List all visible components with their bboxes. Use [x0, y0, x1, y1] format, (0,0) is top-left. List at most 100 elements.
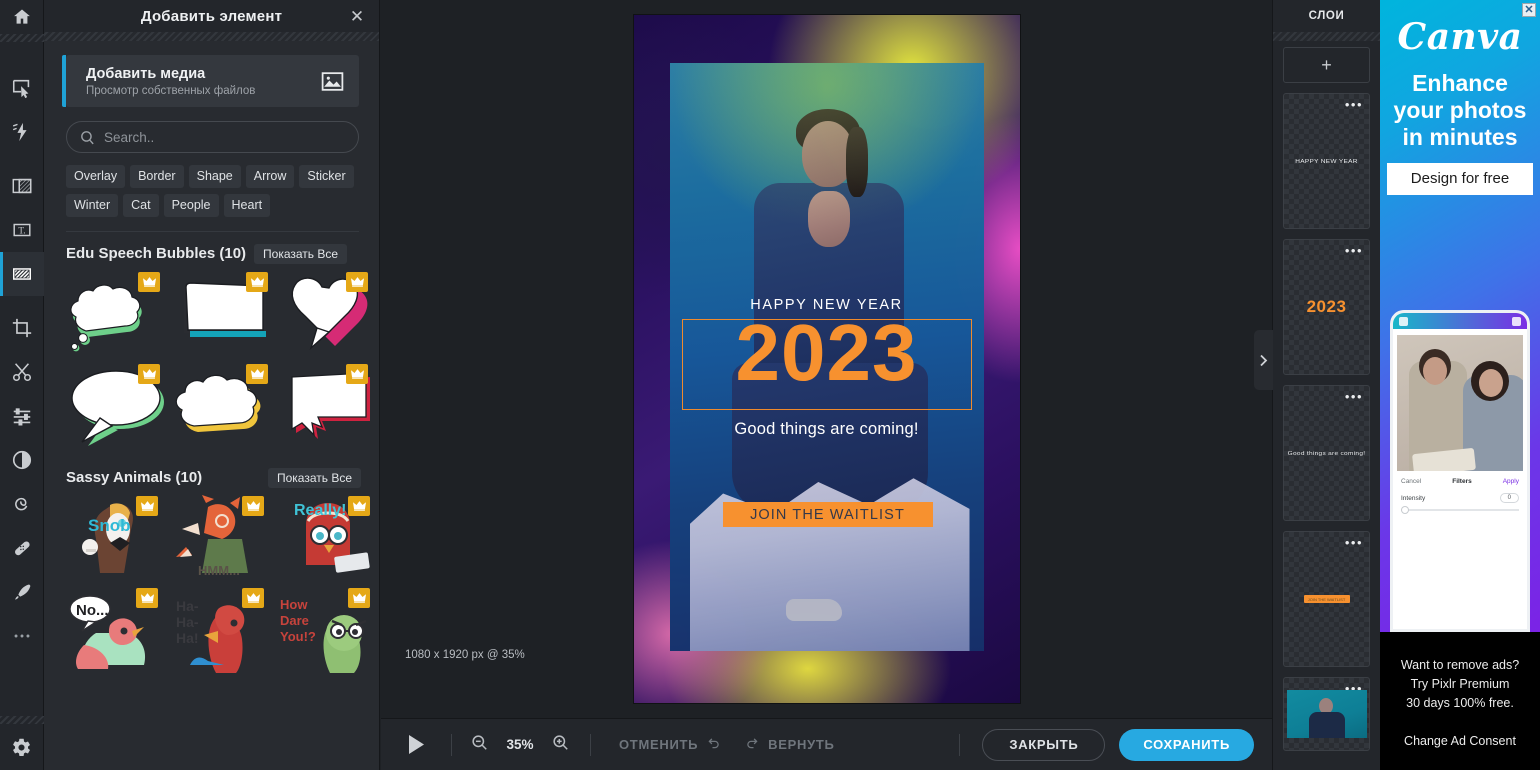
layer-photo[interactable]: •••	[1283, 677, 1370, 751]
adjust-tool[interactable]	[0, 394, 44, 438]
hmm-fox-sticker[interactable]: HMM...	[172, 494, 272, 582]
layer-join-waitlist[interactable]: ••• JOIN THE WAITLIST	[1283, 531, 1370, 667]
close-icon[interactable]: ✕	[1522, 3, 1536, 17]
add-media-button[interactable]: Добавить медиа Просмотр собственных файл…	[62, 55, 359, 107]
chip-winter[interactable]: Winter	[66, 193, 119, 217]
change-ad-consent-link[interactable]: Change Ad Consent	[1380, 732, 1540, 751]
play-icon[interactable]	[399, 734, 433, 755]
panel-body: Добавить медиа Просмотр собственных файл…	[44, 41, 379, 770]
design-for-free-button[interactable]: Design for free	[1387, 162, 1533, 195]
chip-heart[interactable]: Heart	[223, 193, 271, 217]
artwork-tagline[interactable]: Good things are coming!	[634, 420, 1020, 439]
how-dare-you-turtle-sticker[interactable]: How Dare You!?	[278, 586, 378, 674]
pixlr-editor: T. Добавить элемент ✕ Добавить медиа Про…	[0, 0, 1540, 770]
add-media-title: Добавить медиа	[86, 66, 206, 83]
undo-button[interactable]: ОТМЕНИТЬ	[619, 737, 720, 752]
show-all-button[interactable]: Показать Все	[254, 243, 348, 264]
text-tool[interactable]: T.	[0, 208, 44, 252]
rect-bubble-teal[interactable]	[174, 270, 276, 358]
cloud-bubble-green[interactable]	[66, 270, 168, 358]
toolbar-hatch-divider	[0, 34, 44, 42]
ad-footer-line-2: Try Pixlr Premium	[1410, 676, 1510, 691]
gear-icon[interactable]	[0, 724, 44, 770]
layer-happy-new-year[interactable]: ••• HAPPY NEW YEAR	[1283, 93, 1370, 229]
svg-text:HMM...: HMM...	[198, 563, 240, 578]
phone-cancel-label: Cancel	[1401, 478, 1422, 485]
cutout-scissors-tool[interactable]	[0, 350, 44, 394]
ellipsis-icon[interactable]: •••	[1345, 390, 1363, 403]
ad-headline: Enhance your photos in minutes	[1393, 70, 1527, 150]
toolbar-separator	[590, 733, 591, 756]
heart-bubble-pink[interactable]	[282, 270, 376, 358]
chevron-right-icon[interactable]	[1254, 330, 1273, 390]
layer-2023[interactable]: ••• 2023	[1283, 239, 1370, 375]
add-layer-button[interactable]: +	[1283, 47, 1370, 83]
burst-bubble-red[interactable]	[282, 362, 376, 450]
ad-footer-line-3: 30 days 100% free.	[1406, 695, 1514, 710]
canvas-workspace: HAPPY NEW YEAR 2023 Good things are comi…	[381, 0, 1273, 770]
chip-sticker[interactable]: Sticker	[299, 165, 354, 188]
chip-border[interactable]: Border	[130, 165, 184, 188]
phone-intensity-label: Intensity	[1401, 494, 1426, 502]
close-button[interactable]: ЗАКРЫТЬ	[982, 728, 1106, 761]
ad-footer-line-1: Want to remove ads?	[1400, 658, 1520, 672]
cutout-tool[interactable]	[0, 110, 44, 154]
draw-tool[interactable]	[0, 570, 44, 614]
redo-button[interactable]: ВЕРНУТЬ	[746, 737, 834, 752]
slider-knob	[1401, 506, 1409, 514]
element-tool[interactable]	[0, 252, 44, 296]
thumb-body	[1308, 712, 1345, 738]
search-box[interactable]	[66, 121, 359, 153]
home-icon[interactable]	[0, 2, 44, 32]
chip-arrow[interactable]: Arrow	[245, 165, 295, 188]
layer-preview-text: Good things are coming!	[1287, 449, 1366, 457]
chip-overlay[interactable]: Overlay	[66, 165, 126, 188]
artwork-cta-button[interactable]: JOIN THE WAITLIST	[722, 502, 933, 527]
layout-tool[interactable]	[0, 164, 44, 208]
show-all-button[interactable]: Показать Все	[267, 467, 361, 488]
layers-hatch-divider	[1273, 32, 1380, 41]
chip-shape[interactable]: Shape	[188, 165, 241, 188]
close-icon[interactable]: ✕	[347, 6, 367, 26]
zoom-level[interactable]: 35%	[503, 737, 537, 752]
ellipsis-icon[interactable]: •••	[1345, 536, 1363, 549]
layers-list: + ••• HAPPY NEW YEAR ••• 2023 ••• Good t…	[1273, 41, 1380, 770]
more-tools[interactable]	[0, 614, 44, 658]
liquify-tool[interactable]	[0, 482, 44, 526]
toolbar-hatch-divider-bottom	[0, 716, 44, 724]
save-button[interactable]: СОХРАНИТЬ	[1119, 728, 1254, 761]
zoom-out-icon[interactable]	[470, 733, 489, 757]
artwork-year[interactable]: 2023	[634, 306, 1020, 400]
chip-cat[interactable]: Cat	[123, 193, 159, 217]
arrange-tool[interactable]	[0, 66, 44, 110]
svg-text:T.: T.	[18, 226, 25, 236]
effects-tool[interactable]	[0, 438, 44, 482]
really-owl-sticker[interactable]: Really!	[278, 494, 378, 582]
canva-ad[interactable]: ✕ Canva Enhance your photos in minutes D…	[1380, 0, 1540, 632]
chip-people[interactable]: People	[163, 193, 219, 217]
layer-good-things[interactable]: ••• Good things are coming!	[1283, 385, 1370, 521]
redo-label: ВЕРНУТЬ	[768, 737, 835, 752]
artboard[interactable]: HAPPY NEW YEAR 2023 Good things are comi…	[633, 15, 1020, 703]
crop-tool[interactable]	[0, 306, 44, 350]
ad-panel: ✕ Canva Enhance your photos in minutes D…	[1380, 0, 1540, 770]
ad-footer: Want to remove ads? Try Pixlr Premium 30…	[1380, 632, 1540, 770]
haha-parrot-sticker[interactable]: Ha- Ha- Ha!	[172, 586, 272, 674]
section-title: Edu Speech Bubbles (10)	[66, 245, 247, 263]
search-input[interactable]	[104, 129, 346, 145]
ellipsis-icon[interactable]: •••	[1345, 244, 1363, 257]
no-flamingo-sticker[interactable]: No...	[66, 586, 166, 674]
svg-text:Ha-: Ha-	[176, 598, 199, 614]
zoom-in-icon[interactable]	[551, 733, 570, 757]
premium-crown-icon	[348, 495, 370, 516]
panel-hatch-divider	[44, 32, 379, 41]
oval-bubble-green[interactable]	[66, 362, 168, 450]
retouch-tool[interactable]	[0, 526, 44, 570]
canvas-stage[interactable]: HAPPY NEW YEAR 2023 Good things are comi…	[381, 0, 1272, 718]
svg-text:You!?: You!?	[280, 629, 316, 644]
snob-dog-sticker[interactable]: Snob	[66, 494, 166, 582]
left-toolbar: T.	[0, 0, 44, 770]
cloud-bubble-yellow[interactable]	[174, 362, 276, 450]
premium-crown-icon	[138, 271, 160, 292]
ellipsis-icon[interactable]: •••	[1345, 98, 1363, 111]
